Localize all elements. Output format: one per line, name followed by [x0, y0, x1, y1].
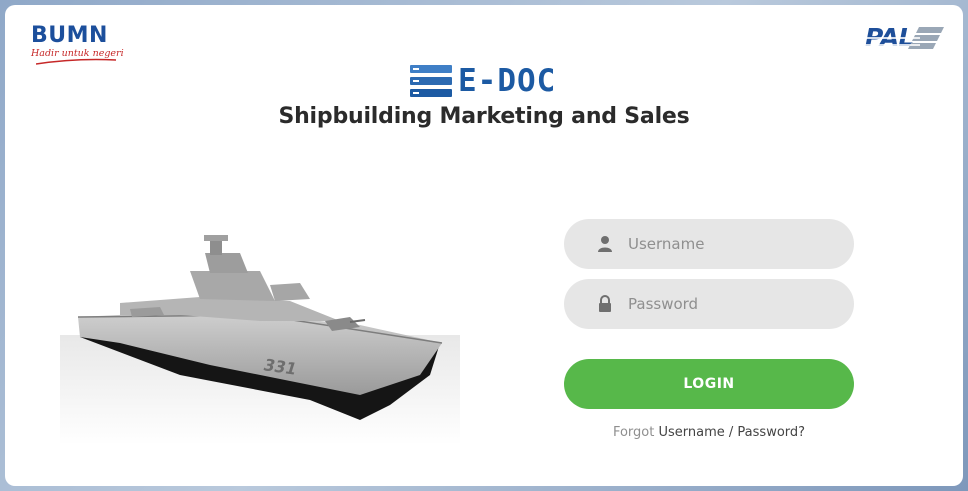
edoc-logo-word: E-DOC: [458, 63, 557, 99]
login-card: BUMN Hadir untuk negeri PAL E-DOC Shipbu…: [5, 5, 963, 486]
username-input[interactable]: [628, 219, 838, 269]
bumn-swoosh-icon: [36, 58, 116, 65]
forgot-prefix: Forgot: [612, 425, 655, 440]
username-field[interactable]: [564, 219, 854, 269]
password-field[interactable]: [564, 279, 854, 329]
pal-stripes-icon: [865, 27, 944, 49]
forgot-password-link[interactable]: Password?: [737, 425, 805, 440]
page-title: Shipbuilding Marketing and Sales: [278, 104, 690, 129]
server-stack-icon: [410, 65, 452, 97]
forgot-username-link[interactable]: Username: [658, 425, 724, 440]
password-input[interactable]: [628, 279, 838, 329]
bumn-logo-word: BUMN: [31, 23, 108, 48]
warship-illustration: 331: [60, 225, 460, 445]
forgot-separator: /: [728, 425, 734, 440]
lock-icon: [599, 295, 611, 312]
bumn-logo: BUMN Hadir untuk negeri: [31, 25, 131, 67]
edoc-logo: E-DOC: [410, 63, 565, 99]
login-button[interactable]: LOGIN: [564, 359, 854, 409]
warship-image: 331: [60, 235, 460, 445]
pal-logo: PAL: [863, 23, 945, 53]
user-icon: [598, 236, 612, 252]
forgot-credentials: Forgot Username / Password?: [564, 425, 854, 440]
